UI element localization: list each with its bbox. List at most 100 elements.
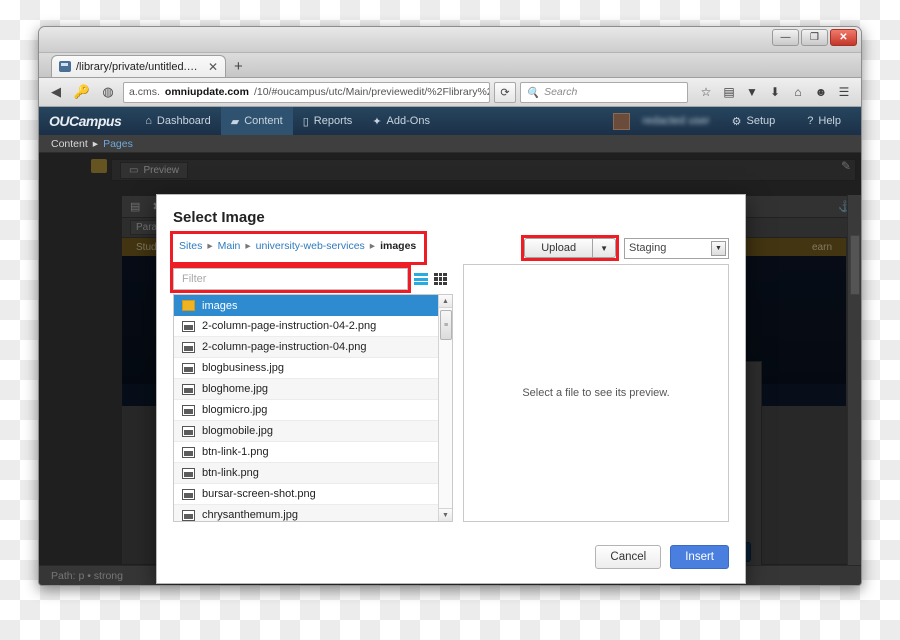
file-list[interactable]: images 2-column-page-instruction-04-2.pn… — [173, 294, 453, 522]
globe-favicon-icon — [59, 61, 71, 72]
chevron-down-icon[interactable]: ▼ — [711, 240, 726, 256]
window-titlebar: — ❐ ✕ — [39, 27, 861, 53]
chevron-down-icon[interactable]: ▼ — [592, 238, 616, 258]
file-list-scrollbar-thumb[interactable]: ≡ — [440, 310, 452, 340]
list-item[interactable]: blogbusiness.jpg — [174, 358, 438, 379]
chevron-right-icon: ▸ — [245, 240, 251, 252]
list-item[interactable]: btn-link.png — [174, 463, 438, 484]
list-item[interactable]: btn-link-1.png — [174, 442, 438, 463]
dialog-footer: Cancel Insert — [157, 531, 745, 583]
image-file-icon — [182, 383, 195, 395]
preview-pane: Select a file to see its preview. — [463, 264, 729, 522]
file-browser-column: Filter images 2-column-page-instruction-… — [170, 264, 453, 522]
staging-select-value: Staging — [629, 242, 667, 254]
list-view-icon[interactable] — [414, 273, 428, 285]
list-item[interactable]: 2-column-page-instruction-04-2.png — [174, 316, 438, 337]
browser-tab[interactable]: /library/private/untitled.pc... ✕ — [51, 55, 226, 77]
nav-item-setup[interactable]: ⚙ Setup — [722, 107, 786, 135]
image-file-icon — [182, 509, 195, 521]
file-list-rows: images 2-column-page-instruction-04-2.pn… — [174, 295, 438, 521]
list-item[interactable]: blogmobile.jpg — [174, 421, 438, 442]
browser-tab-title: /library/private/untitled.pc... — [76, 60, 201, 73]
breadcrumb-root[interactable]: Content — [51, 138, 88, 150]
staging-select[interactable]: Staging ▼ — [624, 237, 729, 259]
oucampus-topnav: OUCampus ⌂ Dashboard ▰ Content ▯ Reports… — [39, 107, 861, 135]
breadcrumb-item-images: images — [380, 240, 417, 252]
site-identity-icon[interactable]: ◍ — [97, 81, 119, 103]
window-controls: — ❐ ✕ — [772, 29, 857, 46]
breadcrumb: Sites ▸ Main ▸ university-web-services ▸… — [169, 231, 428, 265]
folder-icon — [182, 300, 195, 311]
cancel-button[interactable]: Cancel — [595, 545, 662, 569]
list-item[interactable]: bursar-screen-shot.png — [174, 484, 438, 505]
breadcrumb-item-main[interactable]: Main — [218, 240, 241, 252]
key-icon[interactable]: 🔑 — [71, 81, 93, 103]
bookmark-star-icon[interactable]: ☆ — [695, 81, 717, 103]
browser-search-input[interactable]: 🔍 Search — [520, 81, 688, 103]
nav-label-reports: Reports — [313, 115, 353, 127]
nav-item-help[interactable]: ? Help — [797, 107, 851, 135]
nav-item-reports[interactable]: ▯ Reports — [293, 107, 363, 135]
downloads-icon[interactable]: ⬇ — [764, 81, 786, 103]
breadcrumb-item-university-web-services[interactable]: university-web-services — [256, 240, 365, 252]
file-name: bursar-screen-shot.png — [202, 488, 316, 500]
breadcrumb-item-sites[interactable]: Sites — [179, 240, 202, 252]
image-file-icon — [182, 467, 195, 479]
file-name: bloghome.jpg — [202, 383, 269, 395]
home-icon: ⌂ — [145, 115, 152, 127]
user-name[interactable]: redacted user — [642, 115, 709, 127]
grid-view-icon[interactable] — [434, 273, 447, 285]
home-icon[interactable]: ⌂ — [787, 81, 809, 103]
file-name: blogmicro.jpg — [202, 404, 268, 416]
new-tab-button[interactable]: + — [226, 58, 251, 77]
reload-icon[interactable]: ⟳ — [494, 81, 516, 103]
avatar[interactable] — [613, 112, 631, 130]
nav-item-dashboard[interactable]: ⌂ Dashboard — [135, 107, 220, 135]
select-image-dialog: Select Image Sites ▸ Main ▸ university-w… — [156, 194, 746, 584]
sync-icon[interactable]: ☻ — [810, 81, 832, 103]
upload-row: Upload ▼ Staging ▼ — [521, 234, 729, 262]
oucampus-logo: OUCampus — [49, 113, 122, 129]
image-file-icon — [182, 341, 195, 353]
close-button[interactable]: ✕ — [830, 29, 857, 46]
file-name: 2-column-page-instruction-04.png — [202, 341, 367, 353]
list-item[interactable]: blogmicro.jpg — [174, 400, 438, 421]
list-item[interactable]: bloghome.jpg — [174, 379, 438, 400]
oucampus-app: OUCampus ⌂ Dashboard ▰ Content ▯ Reports… — [39, 107, 861, 585]
upload-button[interactable]: Upload — [524, 238, 593, 258]
preview-column: Select a file to see its preview. — [463, 264, 729, 522]
list-item-folder[interactable]: images — [174, 295, 438, 316]
browser-window: — ❐ ✕ /library/private/untitled.pc... ✕ … — [38, 26, 862, 586]
modal-body: Filter images 2-column-page-instruction-… — [157, 264, 745, 522]
filter-row: Filter — [170, 264, 453, 294]
maximize-button[interactable]: ❐ — [801, 29, 828, 46]
breadcrumb-current[interactable]: Pages — [103, 138, 133, 150]
nav-item-content[interactable]: ▰ Content — [220, 107, 293, 135]
list-item[interactable]: chrysanthemum.jpg — [174, 505, 438, 521]
list-item[interactable]: 2-column-page-instruction-04.png — [174, 337, 438, 358]
browser-toolbar-icons: ☆ ▤ ▼ ⬇ ⌂ ☻ ☰ — [695, 81, 855, 103]
question-icon: ? — [807, 115, 814, 127]
menu-icon[interactable]: ☰ — [833, 81, 855, 103]
scroll-up-icon[interactable]: ▲ — [439, 295, 452, 308]
image-file-icon — [182, 488, 195, 500]
file-list-scrollbar[interactable]: ▲ ≡ ▼ — [438, 295, 452, 521]
pin-icon: ✦ — [372, 115, 382, 128]
back-icon[interactable]: ◀ — [45, 81, 67, 103]
reader-view-icon[interactable]: ▤ — [718, 81, 740, 103]
nav-item-addons[interactable]: ✦ Add-Ons — [362, 107, 440, 135]
minimize-button[interactable]: — — [772, 29, 799, 46]
nav-label-setup: Setup — [746, 115, 776, 127]
image-file-icon — [182, 362, 195, 374]
file-name: chrysanthemum.jpg — [202, 509, 298, 521]
insert-button[interactable]: Insert — [670, 545, 729, 569]
file-name: 2-column-page-instruction-04-2.png — [202, 320, 377, 332]
pocket-icon[interactable]: ▼ — [741, 81, 763, 103]
tab-close-icon[interactable]: ✕ — [208, 60, 218, 74]
chevron-right-icon: ▸ — [207, 240, 213, 252]
scroll-down-icon[interactable]: ▼ — [439, 508, 452, 521]
url-prefix: a.cms. — [129, 86, 160, 98]
filter-input[interactable]: Filter — [170, 265, 411, 293]
gear-icon: ⚙ — [731, 115, 742, 128]
url-bar[interactable]: a.cms. omniupdate.com/10/#oucampus/utc/Ma… — [123, 81, 490, 103]
